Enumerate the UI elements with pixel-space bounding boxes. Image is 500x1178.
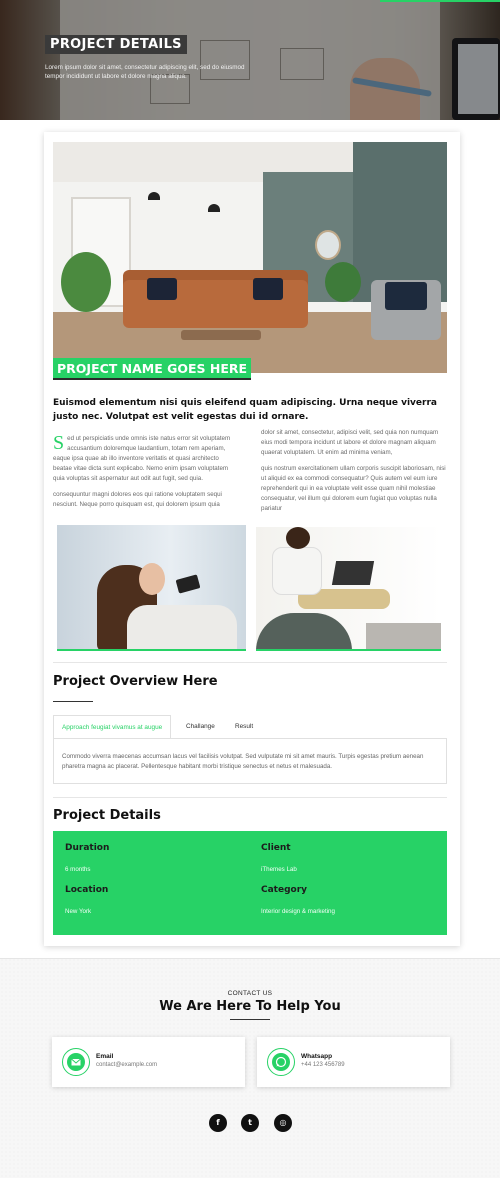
details-title: Project Details: [53, 808, 161, 823]
detail-value-client: iThemes Lab: [261, 866, 297, 873]
project-name-label: PROJECT NAME GOES HERE: [53, 358, 252, 380]
paragraph: ed ut perspiciatis unde omnis iste natus…: [53, 435, 231, 482]
contact-eyebrow: CONTACT US: [227, 990, 273, 997]
photo-plant: [61, 252, 111, 312]
tab-challange[interactable]: Challange: [178, 715, 223, 739]
overview-tabs: Approach feugiat vivamus at augue Challa…: [53, 715, 447, 739]
tab-result[interactable]: Result: [227, 715, 261, 739]
photo-person-shirt: [127, 605, 237, 649]
contact-whatsapp-value[interactable]: +44 123 456789: [301, 1062, 345, 1068]
photo-plant: [325, 262, 361, 302]
page-title: PROJECT DETAILS: [45, 35, 187, 54]
photo-lamp: [148, 192, 160, 200]
photo-lamp: [208, 204, 220, 212]
paragraph: dolor sit amet, consectetur, adipisci ve…: [261, 429, 439, 456]
contact-top-border: [0, 958, 500, 959]
hero-overlay: [0, 0, 500, 120]
envelope-icon: [62, 1048, 90, 1076]
photo-person-body: [272, 547, 322, 595]
dropcap: S: [53, 432, 65, 454]
photo-laptop: [331, 561, 375, 585]
contact-card-title: Whatsapp: [301, 1053, 333, 1060]
text-column-right: dolor sit amet, consectetur, adipisci ve…: [261, 428, 446, 514]
detail-label-category: Category: [261, 885, 308, 895]
contact-email-value[interactable]: contact@example.com: [96, 1062, 157, 1068]
photo-person-face: [139, 563, 165, 595]
overview-title-underline: [53, 701, 93, 702]
photo-pillow: [147, 278, 177, 300]
contact-card-email[interactable]: Email contact@example.com: [52, 1037, 245, 1087]
detail-label-duration: Duration: [65, 843, 110, 853]
project-main-image: [53, 142, 447, 373]
photo-person-hair: [286, 527, 310, 549]
facebook-icon[interactable]: f: [209, 1114, 227, 1132]
gallery-image-phone-woman: [57, 525, 246, 651]
photo-pillow: [385, 282, 427, 310]
photo-wall: [353, 142, 447, 302]
detail-label-client: Client: [261, 843, 291, 853]
gallery-image-laptop-woman: [256, 527, 441, 651]
detail-value-category: Interior design & marketing: [261, 908, 335, 915]
detail-value-duration: 6 months: [65, 866, 91, 873]
details-box: Duration 6 months Client iThemes Lab Loc…: [53, 831, 447, 935]
section-divider: [53, 797, 447, 798]
tab-approach[interactable]: Approach feugiat vivamus at augue: [53, 715, 172, 739]
tab-panel: Commodo viverra maecenas accumsan lacus …: [53, 738, 447, 784]
photo-rug: [366, 623, 441, 649]
project-lead-text: Euismod elementum nisi quis eleifend qua…: [53, 398, 437, 422]
contact-card-title: Email: [96, 1053, 114, 1060]
detail-label-location: Location: [65, 885, 109, 895]
contact-title-underline: [230, 1019, 270, 1020]
overview-title: Project Overview Here: [53, 674, 218, 689]
twitter-icon[interactable]: t: [241, 1114, 259, 1132]
contact-card-whatsapp[interactable]: Whatsapp +44 123 456789: [257, 1037, 450, 1087]
hero-banner: [0, 0, 500, 120]
page-subtitle: Lorem ipsum dolor sit amet, consectetur …: [45, 64, 245, 80]
whatsapp-icon: [267, 1048, 295, 1076]
contact-title: We Are Here To Help You: [159, 999, 341, 1014]
paragraph: consequuntur magni dolores eos qui ratio…: [53, 491, 222, 508]
detail-value-location: New York: [65, 908, 92, 915]
hero-accent-line: [380, 0, 500, 2]
photo-table: [181, 330, 261, 340]
photo-pillow: [253, 278, 283, 300]
section-divider: [53, 662, 447, 663]
instagram-icon[interactable]: ◎: [274, 1114, 292, 1132]
photo-mirror: [315, 230, 341, 260]
paragraph: quis nostrum exercitationem ullam corpor…: [261, 465, 446, 512]
text-column-left: S ed ut perspiciatis unde omnis iste nat…: [53, 432, 238, 510]
